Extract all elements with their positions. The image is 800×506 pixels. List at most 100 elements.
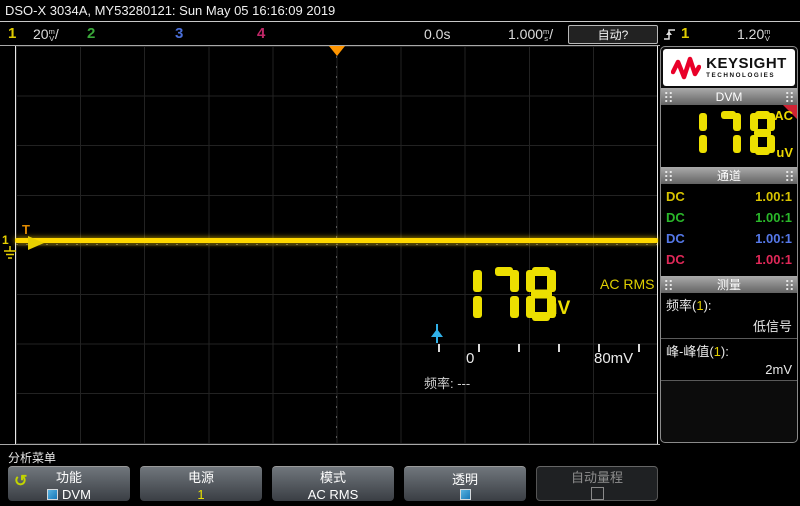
measurement-channel: 1: [714, 344, 721, 359]
channel-1-marker-number: 1: [2, 233, 9, 247]
softkey-value: [591, 487, 604, 500]
measurement-label: 峰-峰值(1):: [666, 341, 792, 360]
measure-panel-header[interactable]: 测量: [661, 276, 797, 293]
dvm-scale-tick: [518, 344, 520, 352]
trigger-source-readout[interactable]: 1: [681, 25, 689, 43]
dvm-coupling-label: AC: [774, 108, 793, 123]
checked-checkbox-icon: [460, 489, 471, 500]
timebase-suffix: /: [549, 26, 553, 42]
dvm-panel-header[interactable]: DVM: [661, 88, 797, 105]
instrument-title: DSO-X 3034A, MY53280121: Sun May 05 16:1…: [5, 3, 335, 18]
trigger-level-readout[interactable]: 1.20mV: [737, 25, 771, 43]
status-bar: 1 20mV/ 2 3 4 0.0s 1.000ms/ 自动? 1 1.20mV: [0, 23, 800, 45]
brand-subtitle: TECHNOLOGIES: [706, 73, 787, 79]
measurement-list: 频率(1): 低信号 峰-峰值(1): 2mV: [661, 293, 797, 381]
top-bar: DSO-X 3034A, MY53280121: Sun May 05 16:1…: [0, 0, 800, 22]
coupling-label: DC: [666, 252, 685, 267]
channel-1-scale[interactable]: 20mV/: [33, 25, 59, 43]
probe-ratio: 1.00:1: [755, 231, 792, 246]
probe-ratio: 1.00:1: [755, 189, 792, 204]
probe-ratio: 1.00:1: [755, 252, 792, 267]
grip-icon: [664, 279, 673, 290]
measurement-channel: 1: [696, 298, 703, 313]
timebase-value: 1.000: [508, 26, 543, 42]
unit-stack: mV: [764, 28, 770, 42]
channel-1-marker-arrow: [28, 236, 44, 250]
dvm-unit-label: uV: [776, 145, 793, 160]
softkey-label: 电源: [188, 467, 214, 486]
center-vertical-axis: [336, 46, 337, 444]
channel-row-2: DC 1.00:1: [661, 207, 797, 228]
oscilloscope-screen: DSO-X 3034A, MY53280121: Sun May 05 16:1…: [0, 0, 800, 506]
softkey-label: 功能: [56, 467, 82, 486]
unchecked-checkbox-icon: [591, 487, 604, 500]
measurement-row-frequency: 频率(1): 低信号: [661, 293, 797, 339]
keysight-wordmark: KEYSIGHT TECHNOLOGIES: [706, 56, 787, 79]
dvm-panel-value: [682, 111, 775, 155]
channel-4-indicator[interactable]: 4: [257, 25, 265, 43]
measurement-row-peak-peak: 峰-峰值(1): 2mV: [661, 339, 797, 381]
softkey-label: 模式: [320, 467, 346, 486]
dvm-scale-tick: [478, 344, 480, 352]
trigger-position-marker[interactable]: [329, 46, 345, 56]
channel-2-indicator[interactable]: 2: [87, 25, 95, 43]
brand-name: KEYSIGHT: [706, 56, 787, 71]
softkey-label: 自动量程: [571, 467, 623, 486]
channel-row-4: DC 1.00:1: [661, 249, 797, 270]
dvm-panel-display: AC uV: [661, 105, 797, 167]
dvm-overlay-value: [452, 267, 556, 321]
softkey-value: 1: [197, 487, 204, 502]
grip-icon: [664, 170, 673, 181]
back-arrow-icon: ↺: [14, 471, 27, 491]
auto-trigger-button[interactable]: 自动?: [568, 25, 658, 44]
edge-trigger-icon: [663, 26, 676, 42]
dvm-overlay-unit: uV: [546, 298, 570, 320]
softkey-value: AC RMS: [308, 487, 359, 502]
measure-panel-title: 测量: [673, 276, 785, 293]
dvm-scale-tick: [638, 344, 640, 352]
scale-suffix: /: [55, 26, 59, 42]
grid-bottom-border: [0, 444, 660, 445]
probe-ratio: 1.00:1: [755, 210, 792, 225]
menu-title: 分析菜单: [8, 449, 56, 466]
softkey-autorange[interactable]: 自动量程: [536, 466, 658, 501]
grip-icon: [785, 279, 794, 290]
measurement-value: 低信号: [666, 316, 792, 335]
measurement-value: 2mV: [666, 362, 792, 377]
softkey-label: 透明: [452, 469, 478, 488]
dvm-scale-max-label: 80mV: [594, 350, 633, 367]
channel-1-scale-value: 20: [33, 26, 49, 42]
channel-1-trace: [15, 238, 658, 243]
softkey-value: DVM: [47, 487, 91, 502]
softkey-mode[interactable]: 模式 AC RMS: [272, 466, 394, 501]
channel-1-indicator[interactable]: 1: [8, 25, 16, 43]
waveform-display: uV AC RMS 0 80mV 频率: ---: [15, 46, 658, 444]
dvm-scale-tick: [438, 344, 440, 352]
channel-3-indicator[interactable]: 3: [175, 25, 183, 43]
coupling-label: DC: [666, 210, 685, 225]
channels-panel-header[interactable]: 通道: [661, 167, 797, 184]
channels-panel-title: 通道: [673, 167, 785, 184]
softkey-source[interactable]: 电源 1: [140, 466, 262, 501]
softkey-value: [460, 489, 471, 500]
dvm-scale-min-label: 0: [466, 350, 474, 367]
trigger-level-value: 1.20: [737, 26, 764, 42]
delay-readout[interactable]: 0.0s: [424, 25, 450, 43]
grip-icon: [785, 170, 794, 181]
keysight-logo: KEYSIGHT TECHNOLOGIES: [663, 49, 795, 86]
timebase-readout[interactable]: 1.000ms/: [508, 25, 553, 43]
dvm-scale-pointer: [429, 322, 445, 344]
dvm-frequency-readout: 频率: ---: [424, 373, 470, 392]
softkey-transparent[interactable]: 透明: [404, 466, 526, 501]
sidebar: KEYSIGHT TECHNOLOGIES DVM AC uV 通道 DC 1.…: [660, 46, 798, 443]
keysight-spark-icon: [671, 55, 701, 81]
softkey-function[interactable]: ↺ 功能 DVM: [8, 466, 130, 501]
ground-icon: [4, 246, 16, 258]
channel-1-ground-marker[interactable]: 1: [0, 230, 48, 264]
grip-icon: [664, 91, 673, 102]
checked-checkbox-icon: [47, 489, 58, 500]
channel-list: DC 1.00:1 DC 1.00:1 DC 1.00:1 DC 1.00:1: [661, 184, 797, 276]
center-horizontal-axis: [16, 244, 657, 245]
measurement-label: 频率(1):: [666, 295, 792, 314]
channel-row-1: DC 1.00:1: [661, 186, 797, 207]
